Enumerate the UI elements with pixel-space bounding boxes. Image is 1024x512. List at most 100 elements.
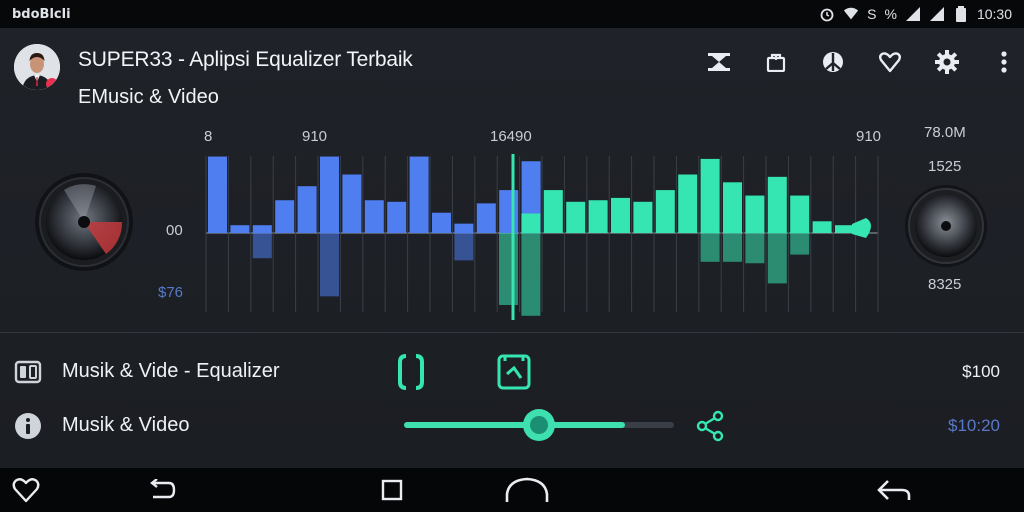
status-bar: bdoBlcli S % 10:30: [0, 0, 1024, 28]
green-bar: [655, 190, 675, 233]
blue-bar-reflection: [454, 233, 474, 261]
share-button[interactable]: [694, 410, 726, 442]
recents-nav-button[interactable]: [372, 476, 412, 504]
blue-bar-reflection: [252, 233, 272, 259]
green-bar-reflection: [499, 233, 518, 305]
status-time: 10:30: [976, 6, 1012, 22]
app-title: SUPER33 - Aplipsi Equalizer Terbaik: [78, 48, 413, 71]
green-bar: [588, 200, 608, 233]
header: SUPER33 - Aplipsi Equalizer Terbaik EMus…: [0, 28, 1024, 120]
green-bar-reflection: [745, 233, 765, 264]
undo-nav-button[interactable]: [142, 476, 182, 504]
more-button[interactable]: [975, 46, 1024, 78]
avatar[interactable]: [14, 44, 60, 90]
green-bar: [633, 201, 653, 233]
gear-icon: [934, 50, 959, 74]
list-item-label: Musik & Vide - Equalizer: [62, 360, 280, 382]
peace-icon: [822, 52, 843, 72]
green-bar-reflection: [700, 233, 720, 262]
eq-end-marker: [852, 218, 871, 238]
blue-bar: [320, 156, 339, 233]
hourglass-icon: [707, 53, 730, 71]
green-bar: [566, 201, 586, 233]
green-bar: [521, 213, 541, 233]
wifi-icon: [843, 6, 859, 22]
divider: [0, 332, 1024, 333]
equalizer-bars: [205, 154, 879, 320]
green-bar: [678, 174, 698, 233]
bracket-icon: [398, 354, 424, 390]
green-bar-reflection: [790, 233, 810, 255]
app-content: SUPER33 - Aplipsi Equalizer Terbaik EMus…: [0, 28, 1024, 468]
blue-bar: [342, 174, 362, 233]
blue-bar: [409, 156, 429, 233]
blue-bar: [297, 186, 317, 233]
blue-bar-reflection: [320, 233, 339, 297]
blue-bar: [476, 203, 496, 233]
green-bar: [790, 195, 810, 233]
percent-icon: %: [884, 6, 897, 22]
more-vert-icon: [1000, 51, 1007, 73]
bag-button[interactable]: [747, 46, 804, 78]
slider-thumb[interactable]: [522, 409, 555, 441]
green-bar: [812, 221, 832, 233]
blue-bar: [454, 223, 474, 233]
signal-icon: [905, 6, 921, 22]
carrier-name: bdoBlcli: [12, 6, 71, 22]
bracket-button[interactable]: [396, 352, 426, 392]
blue-bar: [432, 212, 451, 233]
green-bar: [835, 225, 854, 233]
favorite-nav-button[interactable]: [6, 476, 46, 504]
back-nav-button[interactable]: [874, 476, 914, 504]
list-item-value: $100: [962, 362, 1000, 381]
blue-bar: [364, 200, 384, 233]
square-icon: [381, 479, 403, 501]
hourglass-button[interactable]: [690, 46, 747, 78]
slider-fill: [404, 422, 626, 428]
info-icon: [15, 413, 41, 439]
navigation-bar: [0, 468, 1024, 512]
settings-button[interactable]: [918, 46, 975, 78]
list-item[interactable]: Musik & Vide - Equalizer $100: [0, 348, 1024, 396]
blue-bar: [230, 225, 250, 233]
blue-bar: [387, 201, 407, 233]
tag-icon: [497, 354, 531, 390]
toolbar: [690, 46, 1024, 78]
peace-button[interactable]: [804, 46, 861, 78]
green-bar: [543, 190, 563, 233]
s-icon: S: [867, 6, 877, 22]
blue-bar: [499, 190, 519, 233]
green-bar: [745, 195, 765, 233]
green-bar-reflection: [723, 233, 742, 262]
home-nav-button[interactable]: [504, 476, 550, 504]
list-item-value: $10:20: [948, 416, 1000, 435]
progress-slider[interactable]: [404, 409, 674, 441]
green-bar: [611, 197, 630, 233]
bag-icon: [766, 53, 785, 72]
heart-icon: [878, 52, 901, 73]
app-subtitle: EMusic & Video: [78, 86, 219, 108]
list-item-label: Musik & Video: [62, 414, 190, 436]
alarm-icon: [819, 6, 835, 22]
share-icon: [696, 410, 724, 442]
home-dome-icon: [505, 477, 549, 502]
green-bar-reflection: [767, 233, 787, 284]
favorite-button[interactable]: [861, 46, 918, 78]
green-bar: [767, 176, 787, 233]
blue-bar: [252, 225, 272, 233]
undo-icon: [150, 479, 176, 499]
status-icons: S % 10:30: [819, 6, 1012, 22]
battery-icon: [953, 6, 969, 22]
signal-icon: [929, 6, 945, 22]
green-bar: [723, 182, 742, 233]
split-screen-icon: [14, 360, 42, 384]
list-item[interactable]: Musik & Video $10:20: [0, 402, 1024, 450]
green-bar: [700, 158, 720, 233]
blue-bar: [275, 200, 295, 233]
back-arrow-icon: [877, 480, 911, 500]
tag-button[interactable]: [496, 352, 532, 392]
blue-bar: [208, 156, 227, 233]
green-bar-reflection: [521, 233, 541, 316]
equalizer-visualizer: 8 910 16490 910 00 $76 78.0M 1525 8325: [0, 120, 1024, 332]
heart-outline-icon: [12, 478, 40, 503]
